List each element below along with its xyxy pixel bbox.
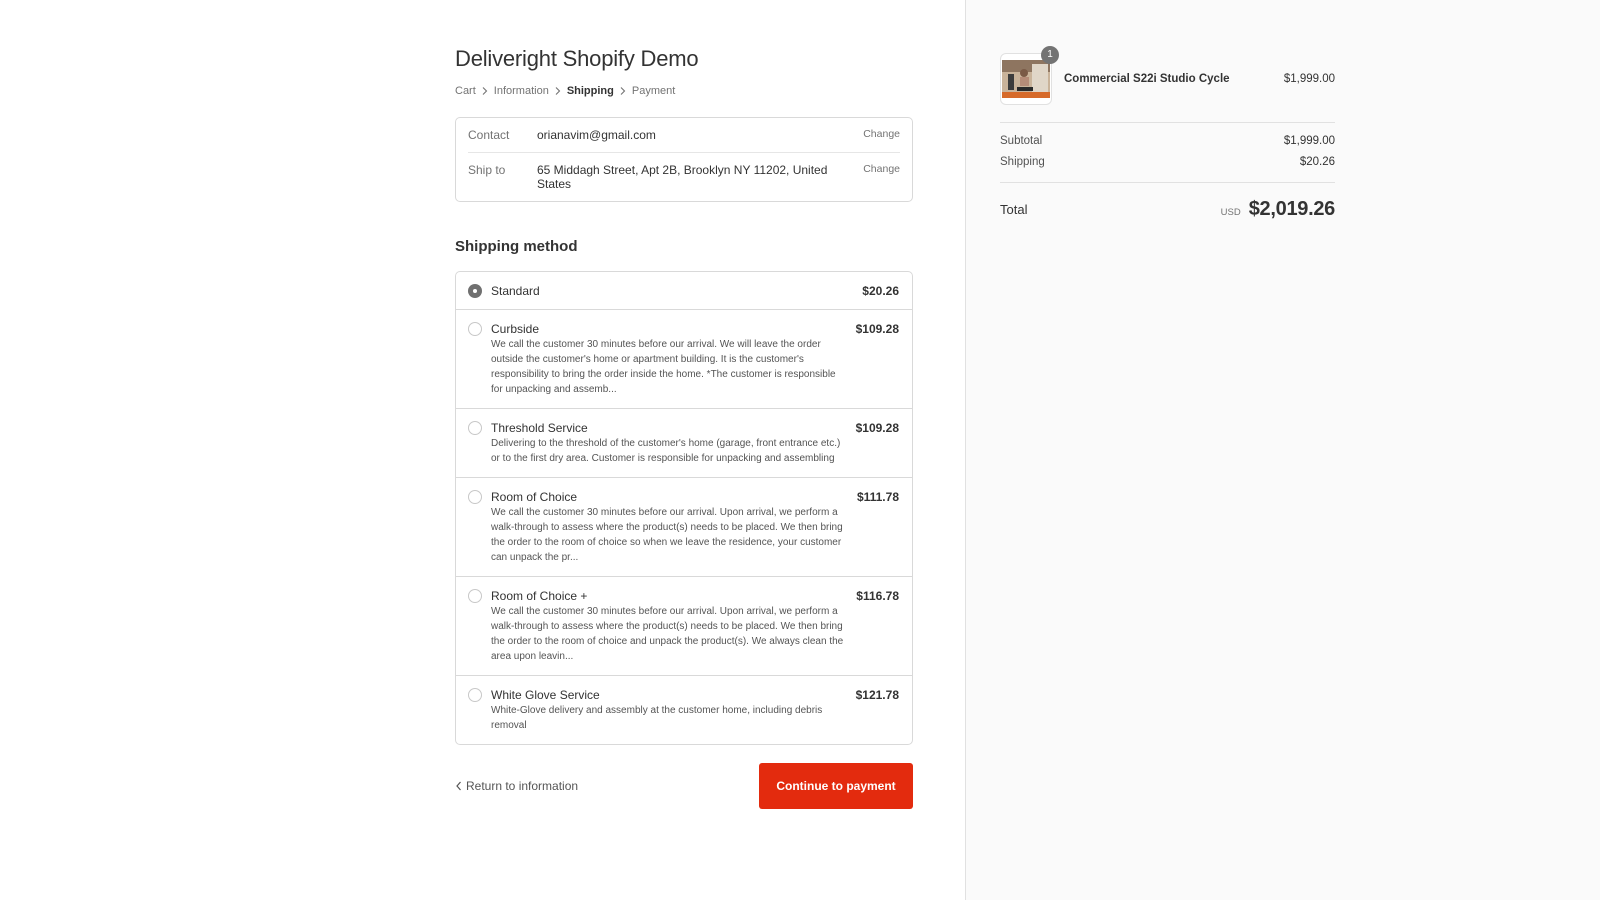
chevron-right-icon	[549, 85, 567, 97]
method-name: Threshold Service	[491, 421, 588, 435]
ship-to-value: 65 Middagh Street, Apt 2B, Brooklyn NY 1…	[537, 163, 828, 191]
store-title[interactable]: Deliveright Shopify Demo	[455, 46, 913, 72]
method-price: $109.28	[855, 421, 899, 435]
method-body: Standard	[491, 284, 862, 298]
contact-value: orianavim@gmail.com	[537, 128, 656, 142]
method-price: $111.78	[856, 490, 899, 504]
method-description: We call the customer 30 minutes before o…	[491, 606, 844, 662]
review-contact-row: Contact orianavim@gmail.com Change	[468, 118, 900, 152]
method-name: Room of Choice	[491, 490, 578, 504]
method-description: White-Glove delivery and assembly at the…	[491, 705, 823, 731]
breadcrumb-payment: Payment	[631, 85, 676, 97]
radio-button[interactable]	[468, 284, 482, 298]
change-address-link[interactable]: Change	[863, 163, 900, 175]
currency-code: USD	[1220, 207, 1241, 218]
step-actions: Return to information Continue to paymen…	[455, 763, 913, 809]
divider	[1000, 182, 1335, 183]
method-price: $116.78	[856, 589, 899, 603]
method-price: $121.78	[855, 688, 899, 702]
shipping-option-standard[interactable]: Standard $20.26	[456, 272, 912, 309]
chevron-right-icon	[476, 85, 494, 97]
radio-button[interactable]	[468, 589, 482, 603]
method-name: White Glove Service	[491, 688, 600, 702]
shipping-option-room-of-choice-plus[interactable]: Room of Choice + We call the customer 30…	[456, 576, 912, 675]
product-thumbnail: 1	[1000, 46, 1059, 105]
return-label: Return to information	[466, 779, 579, 793]
subtotal-value: $1,999.00	[1283, 135, 1335, 147]
shipping-option-threshold[interactable]: Threshold Service Delivering to the thre…	[456, 408, 912, 477]
subtotal-label: Subtotal	[1000, 135, 1043, 147]
order-summary: 1 Commercial S22i Studio Cycle $1,999.00…	[1000, 46, 1335, 221]
method-name: Curbside	[491, 322, 540, 336]
total-line: Total USD $2,019.26	[1000, 198, 1335, 221]
method-name: Room of Choice +	[491, 589, 588, 603]
breadcrumb-shipping: Shipping	[566, 85, 614, 97]
method-body: Threshold Service Delivering to the thre…	[491, 421, 856, 466]
method-price: $109.28	[855, 322, 899, 336]
breadcrumb-information[interactable]: Information	[494, 85, 549, 97]
method-body: Room of Choice + We call the customer 30…	[491, 589, 856, 664]
contact-label: Contact	[468, 128, 510, 142]
shipping-label: Shipping	[1000, 156, 1045, 168]
radio-button[interactable]	[468, 421, 482, 435]
quantity-badge: 1	[1041, 46, 1059, 64]
continue-to-payment-button[interactable]: Continue to payment	[759, 763, 913, 809]
cost-lines: Subtotal $1,999.00 Shipping $20.26	[1000, 123, 1335, 168]
product-image	[1002, 60, 1050, 98]
return-to-information-link[interactable]: Return to information	[455, 779, 578, 793]
method-name: Standard	[491, 284, 540, 298]
radio-button[interactable]	[468, 490, 482, 504]
checkout-main: Deliveright Shopify Demo Cart Informatio…	[0, 0, 965, 900]
method-body: White Glove Service White-Glove delivery…	[491, 688, 856, 733]
method-body: Curbside We call the customer 30 minutes…	[491, 322, 856, 397]
shipping-line: Shipping $20.26	[1000, 156, 1335, 168]
shipping-method-title: Shipping method	[455, 238, 578, 255]
total-label: Total	[1000, 202, 1028, 217]
chevron-left-icon	[456, 781, 461, 791]
shipping-methods: Standard $20.26 Curbside We call the cus…	[455, 271, 913, 745]
method-body: Room of Choice We call the customer 30 m…	[491, 490, 857, 565]
shipping-option-white-glove[interactable]: White Glove Service White-Glove delivery…	[456, 675, 912, 744]
shipping-option-room-of-choice[interactable]: Room of Choice We call the customer 30 m…	[456, 477, 912, 576]
checkout-column: Deliveright Shopify Demo Cart Informatio…	[455, 46, 913, 809]
product-line: 1 Commercial S22i Studio Cycle $1,999.00	[1000, 46, 1335, 105]
radio-button[interactable]	[468, 322, 482, 336]
change-contact-link[interactable]: Change	[863, 128, 900, 140]
method-description: We call the customer 30 minutes before o…	[491, 339, 836, 395]
shipping-value: $20.26	[1299, 156, 1335, 168]
breadcrumb-cart[interactable]: Cart	[455, 85, 476, 97]
subtotal-line: Subtotal $1,999.00	[1000, 135, 1335, 147]
review-ship-row: Ship to 65 Middagh Street, Apt 2B, Brook…	[468, 152, 900, 201]
method-description: Delivering to the threshold of the custo…	[491, 438, 841, 464]
ship-to-label: Ship to	[468, 163, 506, 177]
total-amount: $2,019.26	[1248, 198, 1336, 220]
method-description: We call the customer 30 minutes before o…	[491, 507, 843, 563]
radio-button[interactable]	[468, 688, 482, 702]
total-amount-group: USD $2,019.26	[1220, 198, 1336, 221]
method-price: $20.26	[862, 284, 899, 298]
product-name: Commercial S22i Studio Cycle	[1064, 73, 1230, 85]
shipping-option-curbside[interactable]: Curbside We call the customer 30 minutes…	[456, 309, 912, 408]
product-price: $1,999.00	[1283, 73, 1335, 85]
chevron-right-icon	[614, 85, 632, 97]
breadcrumb: Cart Information Shipping Payment	[455, 85, 913, 97]
review-block: Contact orianavim@gmail.com Change Ship …	[455, 117, 913, 202]
